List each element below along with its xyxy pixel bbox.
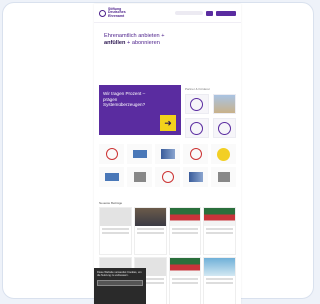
photo-icon: [132, 150, 147, 158]
sun-icon: [217, 147, 230, 161]
cookie-banner: Diese Website verwendet Cookies, um die …: [94, 268, 146, 304]
menu-button[interactable]: [216, 10, 236, 16]
post-card[interactable]: [168, 257, 202, 304]
search-button[interactable]: [206, 10, 213, 16]
feature-row: Wir tragen Prozent – prägen Systemüberze…: [94, 85, 241, 138]
post-image: [204, 258, 235, 276]
cookie-accept-button[interactable]: [97, 280, 143, 287]
post-line: [102, 232, 129, 234]
partner-tile[interactable]: [212, 94, 236, 114]
logo-tile[interactable]: [127, 144, 152, 164]
site-logo[interactable]: Stiftung Deutsches Ehrenamt: [99, 6, 130, 19]
badge-icon: [161, 171, 174, 183]
logo-tile[interactable]: [183, 144, 208, 164]
logo-tile[interactable]: [211, 144, 236, 164]
logo-tile[interactable]: [211, 167, 236, 187]
post-image: [100, 208, 131, 226]
post-line: [206, 282, 233, 284]
arrow-right-icon: ➜: [164, 117, 172, 128]
seal-icon: [217, 121, 231, 135]
post-line: [136, 228, 164, 230]
post-image: [169, 258, 201, 276]
post-line: [136, 232, 164, 234]
seal-icon: [190, 97, 204, 111]
tower-icon: [217, 172, 230, 182]
partner-tile[interactable]: [185, 118, 209, 138]
logo-text: Stiftung Deutsches Ehrenamt: [108, 6, 126, 18]
building-icon: [133, 172, 146, 182]
post-image: [204, 208, 235, 226]
post-card[interactable]: [99, 207, 132, 255]
seal-icon: [190, 121, 204, 135]
logo-grid: [94, 144, 241, 187]
partner-title: Partner & Förderer: [185, 87, 211, 91]
post-line: [171, 232, 199, 234]
partner-tile[interactable]: [212, 118, 236, 138]
post-line: [171, 282, 199, 284]
search-input[interactable]: [175, 11, 203, 15]
post-line: [102, 228, 129, 230]
logo-tile[interactable]: [99, 144, 124, 164]
post-card[interactable]: [168, 207, 202, 255]
partner-grid: [185, 94, 236, 138]
website-page: Stiftung Deutsches Ehrenamt Ehrenamtlich…: [94, 4, 241, 304]
photo-icon: [213, 95, 235, 113]
cookie-text: Diese Website verwendet Cookies, um die …: [97, 271, 142, 278]
post-line: [206, 278, 233, 280]
hero-title: Ehrenamtlich anbieten + anfüllen + abonn…: [104, 33, 165, 46]
post-card[interactable]: [133, 207, 167, 255]
logo-tile[interactable]: [127, 167, 152, 187]
hero: Ehrenamtlich anbieten + anfüllen + abonn…: [94, 23, 241, 73]
site-header: Stiftung Deutsches Ehrenamt: [94, 4, 241, 23]
post-image: [169, 208, 201, 226]
promo-banner[interactable]: Wir tragen Prozent – prägen Systemüberze…: [99, 85, 181, 135]
post-line: [171, 228, 199, 230]
badge-icon: [105, 148, 118, 160]
house-icon: [188, 172, 203, 182]
post-card[interactable]: [203, 207, 236, 255]
post-line: [171, 278, 199, 280]
logo-tile[interactable]: [99, 167, 124, 187]
post-card[interactable]: [203, 257, 236, 304]
partner-panel: Partner & Förderer: [185, 85, 236, 138]
photo-icon: [104, 173, 119, 181]
promo-text: Wir tragen Prozent – prägen Systemüberze…: [103, 91, 146, 108]
partner-tile[interactable]: [185, 94, 209, 114]
logo-tile[interactable]: [155, 144, 180, 164]
photo-icon: [160, 149, 175, 159]
logo-tile[interactable]: [183, 167, 208, 187]
post-line: [206, 232, 233, 234]
logo-tile[interactable]: [155, 167, 180, 187]
post-line: [206, 228, 233, 230]
logo-mark-icon: [99, 9, 106, 17]
badge-icon: [189, 148, 202, 160]
post-image: [134, 208, 166, 226]
promo-arrow-button[interactable]: ➜: [160, 115, 176, 131]
